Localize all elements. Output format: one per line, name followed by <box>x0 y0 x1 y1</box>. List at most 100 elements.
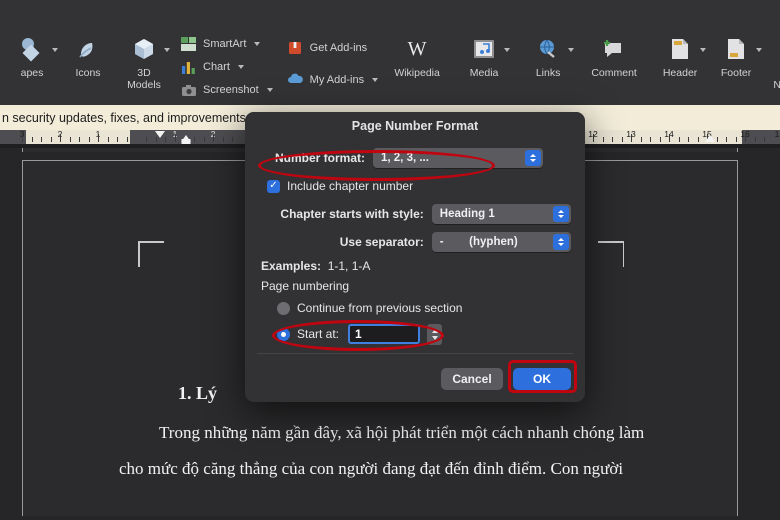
left-indent-marker[interactable] <box>181 139 191 144</box>
comment-icon <box>602 34 626 64</box>
document-heading[interactable]: 1. Lý <box>178 383 217 404</box>
margin-corner-mark-top-left <box>138 241 164 267</box>
page-number-format-dialog[interactable]: Page Number Format Number format: 1, 2, … <box>245 112 585 402</box>
ribbon-button-get-addins[interactable]: Get Add-ins <box>287 40 378 56</box>
chevron-down-icon[interactable] <box>52 48 58 52</box>
chevron-down-icon[interactable] <box>254 42 261 46</box>
chevron-updown-icon[interactable] <box>525 150 541 166</box>
ribbon-button-my-addins[interactable]: My Add-ins <box>287 72 379 88</box>
chevron-down-icon[interactable] <box>504 48 511 52</box>
document-paragraph-line-1[interactable]: Trong những năm gần đây, xã hội phát tri… <box>23 423 739 443</box>
start-at-radio[interactable] <box>277 327 290 341</box>
ribbon-group-addins: Get Add-ins My Add-ins <box>277 0 382 105</box>
ribbon-button-3d-models[interactable]: 3D Models <box>116 0 172 91</box>
chapter-style-value: Heading 1 <box>439 208 495 220</box>
chevron-updown-icon[interactable] <box>553 234 569 250</box>
dialog-title: Page Number Format <box>245 112 585 139</box>
ribbon-button-header[interactable]: Header <box>652 0 708 79</box>
chevron-down-icon[interactable] <box>372 78 379 82</box>
notification-text: n security updates, fixes, and improveme… <box>2 110 273 125</box>
smartart-icon <box>180 36 197 52</box>
chevron-down-icon[interactable] <box>164 48 170 52</box>
label-line-2: Number <box>773 79 780 91</box>
chevron-updown-icon[interactable] <box>553 206 569 222</box>
include-chapter-checkbox[interactable]: ✓ <box>267 179 280 193</box>
use-separator-dropdown[interactable]: - (hyphen) <box>431 232 571 252</box>
examples-row: Examples: 1-1, 1-A <box>261 259 571 273</box>
wikipedia-icon: W <box>407 38 427 60</box>
ribbon-group-smartart: SmartArt Chart Screenshot <box>176 0 277 105</box>
ribbon-label-screenshot: Screenshot <box>203 84 259 96</box>
ok-button[interactable]: OK <box>513 368 571 390</box>
chart-icon <box>180 59 197 75</box>
ribbon-button-shapes[interactable]: apes <box>4 0 60 79</box>
ribbon-button-page-number[interactable]: # Page Number <box>764 0 780 91</box>
row-start-at[interactable]: Start at: 1 <box>277 322 571 346</box>
dialog-divider <box>257 353 573 354</box>
chevron-down-icon[interactable] <box>700 48 707 52</box>
row-continue-previous-section[interactable]: Continue from previous section <box>277 299 571 317</box>
ribbon-label-chart: Chart <box>203 61 230 73</box>
media-icon <box>472 34 496 64</box>
get-addins-icon <box>287 40 304 56</box>
my-addins-icon <box>287 72 304 88</box>
ribbon-label-icons: Icons <box>75 67 101 79</box>
include-chapter-label: Include chapter number <box>287 179 414 193</box>
ribbon-button-media[interactable]: Media <box>456 0 512 79</box>
checkmark-icon: ✓ <box>269 180 278 191</box>
right-indent-marker[interactable] <box>705 135 715 142</box>
ribbon-button-icons[interactable]: Icons <box>60 0 116 79</box>
chapter-style-dropdown[interactable]: Heading 1 <box>431 204 571 224</box>
use-separator-label: Use separator: <box>339 235 424 249</box>
header-icon <box>669 34 691 64</box>
label-line-1: 3D <box>137 67 151 79</box>
start-at-label: Start at: <box>297 327 340 341</box>
row-include-chapter-number[interactable]: ✓ Include chapter number <box>267 175 571 197</box>
first-line-indent-marker[interactable] <box>155 131 165 138</box>
chevron-down-icon[interactable] <box>756 48 763 52</box>
dialog-footer: Cancel OK <box>441 368 571 390</box>
ribbon-label-shapes: apes <box>20 67 44 79</box>
ribbon-label-header: Header <box>662 67 698 79</box>
ribbon-label-links: Links <box>535 67 561 79</box>
ribbon-button-wikipedia[interactable]: W Wikipedia <box>386 0 448 79</box>
ribbon-label-get-addins: Get Add-ins <box>309 42 368 54</box>
chevron-down-icon[interactable] <box>237 65 244 69</box>
screenshot-icon <box>180 82 197 98</box>
ruler-number: 1 <box>774 130 780 139</box>
dialog-body: Number format: 1, 2, 3, ... ✓ Include ch… <box>245 147 585 346</box>
row-use-separator: Use separator: - (hyphen) <box>259 231 571 253</box>
ribbon-button-chart[interactable]: Chart <box>180 59 273 75</box>
cancel-button[interactable]: Cancel <box>441 368 503 390</box>
ribbon-label-wikipedia: Wikipedia <box>394 67 440 79</box>
start-at-stepper[interactable] <box>427 323 443 345</box>
margin-corner-mark-top-right <box>598 241 624 267</box>
ribbon-toolbar: apes Icons 3D Models SmartArt Chart Scre… <box>0 0 780 105</box>
ribbon-button-footer[interactable]: Footer <box>708 0 764 79</box>
chevron-down-icon[interactable] <box>568 48 575 52</box>
ribbon-button-comment[interactable]: Comment <box>584 0 644 79</box>
ribbon-group-illustrations: apes Icons 3D Models <box>0 0 176 105</box>
examples-value: 1-1, 1-A <box>327 259 371 273</box>
chevron-down-icon[interactable] <box>266 88 273 92</box>
label-line-2: Models <box>127 79 161 91</box>
ribbon-label-page-number: Page Number <box>773 67 780 91</box>
3d-models-icon <box>131 34 157 64</box>
ribbon-button-smartart[interactable]: SmartArt <box>180 36 273 52</box>
ribbon-group-links: Links <box>516 0 580 105</box>
ribbon-group-wikipedia: W Wikipedia <box>382 0 452 105</box>
ribbon-group-media: Media <box>452 0 516 105</box>
ribbon-label-3d-models: 3D Models <box>127 67 161 91</box>
continue-previous-radio[interactable] <box>277 301 290 315</box>
document-paragraph-line-2[interactable]: cho mức độ căng thẳng của con người đang… <box>23 459 739 479</box>
ribbon-button-links[interactable]: Links <box>520 0 576 79</box>
shapes-icon <box>19 34 45 64</box>
ribbon-button-screenshot[interactable]: Screenshot <box>180 82 273 98</box>
chapter-style-label: Chapter starts with style: <box>280 207 424 221</box>
number-format-dropdown[interactable]: 1, 2, 3, ... <box>373 148 543 168</box>
examples-label: Examples: <box>261 259 322 273</box>
ribbon-label-comment: Comment <box>591 67 637 79</box>
ribbon-label-media: Media <box>469 67 499 79</box>
ribbon-group-header-footer: Header Footer # <box>648 0 780 105</box>
start-at-input[interactable]: 1 <box>348 324 421 344</box>
